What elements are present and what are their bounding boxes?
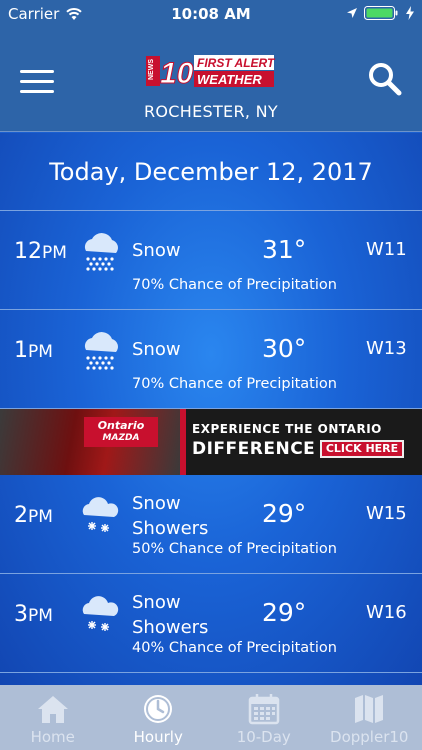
location-label: ROCHESTER, NY — [144, 102, 278, 121]
clock-icon — [144, 695, 173, 723]
hour-time: 1PM — [14, 338, 53, 363]
condition-label: Snow Showers — [132, 493, 209, 539]
ad-brand-logo: Ontario MAZDA — [84, 417, 158, 447]
charging-bolt-icon — [406, 6, 414, 20]
menu-icon — [20, 70, 54, 73]
svg-text:WEATHER: WEATHER — [197, 72, 262, 87]
location-arrow-icon — [347, 8, 357, 18]
ad-headline: EXPERIENCE THE ONTARIO — [192, 422, 382, 436]
tab-hourly[interactable]: Hourly — [106, 685, 212, 750]
hour-time: 2PM — [14, 503, 53, 528]
hour-row[interactable]: 12PM Snow 31° W11 70% Chance of Precipit… — [0, 211, 422, 310]
tab-10-day[interactable]: 10-Day — [211, 685, 317, 750]
hourly-forecast[interactable]: Today, December 12, 2017 12PM Snow 31° W… — [0, 133, 422, 685]
ad-cta-button[interactable]: CLICK HERE — [320, 440, 404, 458]
search-icon — [369, 63, 402, 96]
precip-chance: 70% Chance of Precipitation — [132, 376, 337, 392]
home-icon — [37, 696, 68, 723]
temperature: 31° — [262, 235, 307, 264]
status-bar: Carrier 10:08 AM — [0, 0, 422, 28]
hour-time: 3PM — [14, 602, 53, 627]
wind: W15 — [366, 503, 407, 524]
hour-row[interactable]: 2PM Snow Showers 29° W15 50% Chance of P… — [0, 475, 422, 574]
wind: W11 — [366, 239, 407, 260]
snow-cloud-icon — [84, 233, 118, 271]
svg-text:FIRST ALERT: FIRST ALERT — [197, 56, 276, 70]
precip-chance: 50% Chance of Precipitation — [132, 541, 337, 557]
temperature: 29° — [262, 499, 307, 528]
ad-subheadline: DIFFERENCE — [192, 439, 316, 459]
condition-label: Snow — [132, 240, 181, 261]
condition-label: Snow Showers — [132, 592, 209, 638]
status-indicators — [346, 6, 414, 20]
tab-bar: Home Hourly 10-Day Doppler10 — [0, 685, 422, 750]
snow-showers-icon — [82, 497, 119, 532]
ad-divider — [180, 409, 186, 475]
snow-cloud-icon — [84, 332, 118, 370]
search-button[interactable] — [368, 62, 402, 96]
tab-doppler10[interactable]: Doppler10 — [317, 685, 422, 750]
calendar-icon — [248, 694, 279, 725]
map-icon — [355, 695, 384, 723]
station-logo: NEWS 10 FIRST ALERT WEATHER — [146, 55, 276, 88]
hour-time: 12PM — [14, 239, 67, 264]
tab-label: Hourly — [133, 728, 183, 746]
condition-label: Snow — [132, 339, 181, 360]
menu-button[interactable] — [20, 70, 54, 94]
ad-banner[interactable]: Ontario MAZDA EXPERIENCE THE ONTARIO DIF… — [0, 409, 422, 475]
snow-showers-icon — [82, 596, 119, 631]
tab-home[interactable]: Home — [0, 685, 106, 750]
app-header: NEWS 10 FIRST ALERT WEATHER ROCHESTER, N… — [0, 28, 422, 132]
wind: W13 — [366, 338, 407, 359]
temperature: 30° — [262, 334, 307, 363]
precip-chance: 40% Chance of Precipitation — [132, 640, 337, 656]
tab-label: Doppler10 — [330, 728, 409, 746]
tab-label: 10-Day — [236, 728, 291, 746]
svg-text:NEWS: NEWS — [148, 59, 155, 80]
wind: W16 — [366, 602, 407, 623]
temperature: 29° — [262, 598, 307, 627]
battery-icon — [364, 6, 398, 20]
svg-text:10: 10 — [160, 57, 194, 88]
tab-label: Home — [30, 728, 75, 746]
hour-row[interactable]: 1PM Snow 30° W13 70% Chance of Precipita… — [0, 310, 422, 409]
date-heading: Today, December 12, 2017 — [0, 133, 422, 211]
hour-row[interactable]: 3PM Snow Showers 29° W16 40% Chance of P… — [0, 574, 422, 673]
precip-chance: 70% Chance of Precipitation — [132, 277, 337, 293]
